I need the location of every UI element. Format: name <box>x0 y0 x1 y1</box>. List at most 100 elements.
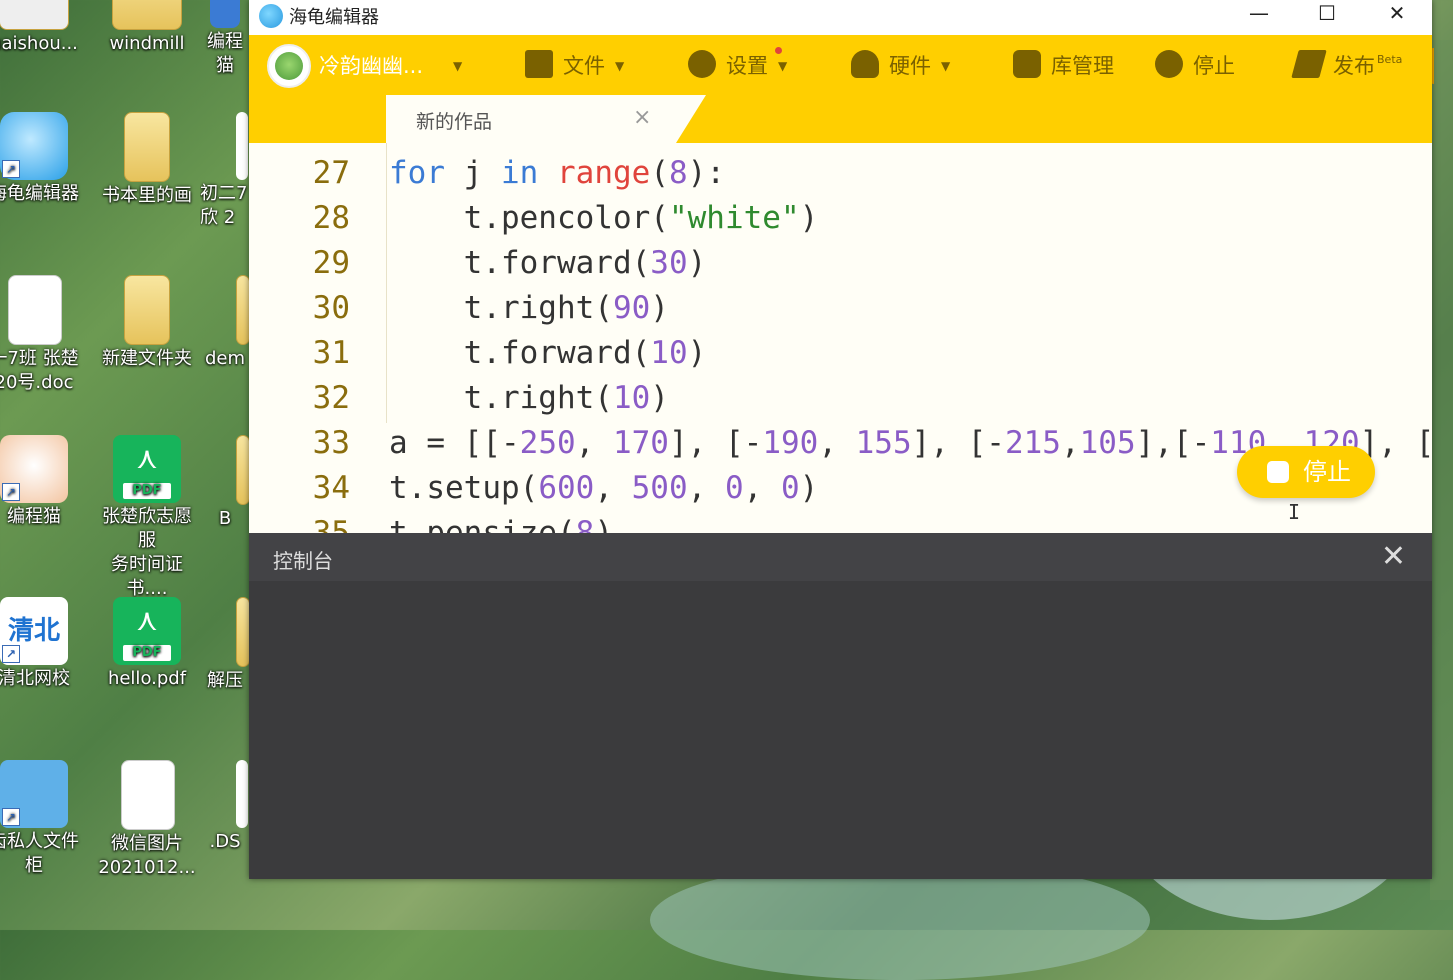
desktop-icon-kuaishou[interactable]: uaishou... <box>0 0 86 56</box>
desktop-icon-label: 一7班 张楚 <box>0 348 79 369</box>
document-icon <box>8 275 62 345</box>
folder-icon <box>525 50 553 78</box>
line-number: 31 <box>312 335 350 371</box>
hardware-menu-label: 硬件 <box>889 54 931 78</box>
main-toolbar: 冷韵幽幽... ▼ 文件 ▼ 设置 ▼ 硬件 ▼ 库管理 停止 发布 Beta <box>249 35 1432 95</box>
code-editor[interactable]: 27 28 29 30 31 32 33 34 35 for j in rang… <box>249 143 1432 533</box>
desktop-icon-label: windmill <box>109 33 185 54</box>
code-line: t.pensize(8) <box>389 515 613 533</box>
file-menu[interactable]: 文件 ▼ <box>525 35 624 95</box>
code-line: t.right(10) <box>389 380 669 416</box>
cat-app-icon: ↗ <box>0 435 68 503</box>
stop-label: 停止 <box>1193 54 1235 78</box>
folder-icon <box>124 112 170 182</box>
tab-bar: 新的作品 × <box>249 95 1432 143</box>
desktop-icon-label: 清北网校 <box>0 668 70 689</box>
desktop-icon-label: B <box>218 508 232 529</box>
window-title: 海龟编辑器 <box>289 7 379 28</box>
desktop-icon-label-2: 2021012... <box>98 857 196 878</box>
console-panel: 控制台 ✕ <box>249 533 1432 879</box>
code-line: t.setup(600, 500, 0, 0) <box>389 470 819 506</box>
desktop-icon-label: 书本里的画 <box>102 185 192 206</box>
desktop-icon-label-2: 务时间证书.... <box>111 554 183 599</box>
user-menu[interactable]: 冷韵幽幽... ▼ <box>319 35 462 95</box>
inbox-icon <box>1013 50 1041 78</box>
desktop-icon-label: 齿私人文件 <box>0 831 79 852</box>
folder-icon <box>236 435 250 505</box>
line-number: 29 <box>312 245 350 281</box>
tab-close-icon[interactable]: × <box>633 105 651 130</box>
stop-icon <box>1155 50 1183 78</box>
shield-icon: ↗ <box>0 760 68 828</box>
desktop-icon-ds-store[interactable]: .DS <box>200 760 250 854</box>
desktop-icon-label: uaishou... <box>0 33 78 54</box>
tab-label: 新的作品 <box>416 111 493 133</box>
app-icon <box>0 0 69 30</box>
line-number: 34 <box>312 470 350 506</box>
folder-icon <box>236 597 250 667</box>
folder-icon <box>236 275 250 345</box>
robot-icon <box>851 50 879 78</box>
paper-plane-icon <box>1291 50 1327 78</box>
desktop-icon-label: 编程猫 <box>7 506 61 527</box>
line-number: 33 <box>312 425 350 461</box>
chevron-down-icon: ▼ <box>778 59 788 73</box>
image-file-icon <box>121 760 175 830</box>
desktop-icon-label: 微信图片 <box>111 833 183 854</box>
folder-icon <box>112 0 182 30</box>
desktop-icon-label: 新建文件夹 <box>102 348 192 369</box>
code-line: t.right(90) <box>389 290 669 326</box>
chevron-down-icon: ▼ <box>941 59 951 73</box>
turtle-editor-icon: ↗ <box>0 112 68 180</box>
shortcut-arrow-icon: ↗ <box>2 645 20 663</box>
desktop-icon-biancheng-cut[interactable]: 编程猫 <box>200 0 250 78</box>
publish-button[interactable]: 发布 Beta <box>1291 35 1403 95</box>
desktop-icon-label: 编程猫 <box>207 31 243 76</box>
file-icon <box>236 112 248 180</box>
stop-button[interactable]: 停止 <box>1155 35 1235 95</box>
pdf-icon: ⋏ PDF <box>113 597 181 665</box>
console-title: 控制台 <box>273 549 333 573</box>
library-button[interactable]: 库管理 <box>1013 35 1114 95</box>
desktop-icon-label: 张楚欣志愿服 <box>102 506 192 551</box>
desktop-icon-shuben[interactable]: 书本里的画 <box>95 112 199 208</box>
line-number: 28 <box>312 200 350 236</box>
shortcut-arrow-icon: ↗ <box>2 483 20 501</box>
minimize-button[interactable]: — <box>1224 0 1294 30</box>
desktop-icon-pdf-zhiyuan[interactable]: ⋏ PDF 张楚欣志愿服 务时间证书.... <box>95 435 199 601</box>
hardware-menu[interactable]: 硬件 ▼ <box>851 35 950 95</box>
desktop-icon-windmill[interactable]: windmill <box>95 0 199 56</box>
avatar[interactable] <box>267 44 311 88</box>
desktop-icon-demo[interactable]: dem <box>200 275 250 371</box>
code-line: t.forward(10) <box>389 335 707 371</box>
desktop-icon-haigui[interactable]: ↗ 海龟编辑器 <box>0 112 86 206</box>
desktop-icon-chuer[interactable]: 初二7 欣 2 <box>200 112 250 230</box>
tab-new-work[interactable]: 新的作品 × <box>386 95 706 143</box>
desktop-icon-wechat-image[interactable]: 微信图片 2021012... <box>95 760 199 880</box>
desktop-icon-qingbei[interactable]: 清北 ↗ 清北网校 <box>0 597 86 691</box>
file-icon <box>236 760 248 828</box>
indent-guide <box>386 143 387 423</box>
desktop-icon-label-2: 欣 2 <box>200 207 236 228</box>
desktop-icon-bianchengmao[interactable]: ↗ 编程猫 <box>0 435 86 529</box>
desktop-icon-hello-pdf[interactable]: ⋏ PDF hello.pdf <box>95 597 199 691</box>
settings-menu[interactable]: 设置 ▼ <box>688 35 787 95</box>
floating-stop-button[interactable]: 停止 <box>1237 446 1375 498</box>
code-line: t.pencolor("white") <box>389 200 819 236</box>
beta-badge: Beta <box>1377 53 1403 66</box>
shortcut-arrow-icon: ↗ <box>2 808 20 826</box>
desktop-icon-private-cabinet[interactable]: ↗ 齿私人文件 柜 <box>0 760 86 878</box>
maximize-button[interactable]: ☐ <box>1292 0 1362 30</box>
publish-label: 发布 <box>1333 54 1375 78</box>
close-button[interactable]: ✕ <box>1362 0 1432 30</box>
desktop-icon-b[interactable]: B <box>200 435 250 531</box>
console-close-button[interactable]: ✕ <box>1381 539 1406 574</box>
desktop-icon-doc[interactable]: 一7班 张楚 20号.doc <box>0 275 86 395</box>
notification-dot <box>775 47 782 54</box>
library-label: 库管理 <box>1051 54 1114 78</box>
desktop-icon-label: 解压 <box>207 670 243 691</box>
text-cursor-icon: I <box>1288 500 1301 524</box>
desktop-icon-jieya[interactable]: 解压 <box>200 597 250 693</box>
desktop-icon-new-folder[interactable]: 新建文件夹 <box>95 275 199 371</box>
settings-menu-label: 设置 <box>726 54 768 78</box>
